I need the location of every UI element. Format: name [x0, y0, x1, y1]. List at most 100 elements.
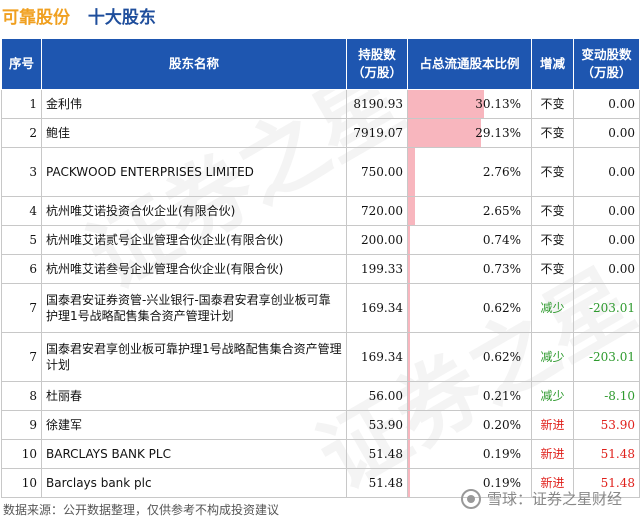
- share-change: -203.01: [573, 283, 640, 333]
- ratio-value: 2.76%: [482, 165, 521, 179]
- float-ratio-cell: 2.65%: [407, 196, 532, 226]
- ratio-value: 0.21%: [482, 389, 521, 403]
- shareholder-name: BARCLAYS BANK PLC: [41, 439, 347, 469]
- share-change: 51.48: [573, 439, 640, 469]
- change-status: 新进: [531, 439, 574, 469]
- ratio-bar: [408, 255, 410, 283]
- table-row: 4 杭州唯艾诺投资合伙企业(有限合伙) 720.00 2.65% 不变 0.00: [1, 196, 640, 226]
- col-header-held: 持股数 （万股）: [346, 38, 408, 90]
- table-row: 10 BARCLAYS BANK PLC 51.48 0.19% 新进 51.48: [1, 439, 640, 469]
- share-change: -8.10: [573, 381, 640, 411]
- float-ratio-cell: 0.20%: [407, 410, 532, 440]
- shares-held: 51.48: [346, 439, 408, 469]
- shares-held: 8190.93: [346, 89, 408, 119]
- table-row: 1 金利伟 8190.93 30.13% 不变 0.00: [1, 89, 640, 119]
- change-status: 不变: [531, 196, 574, 226]
- brand-text: 雪球：证券之星财经: [486, 490, 622, 508]
- shares-held: 169.34: [346, 332, 408, 382]
- share-change: 0.00: [573, 147, 640, 197]
- table-row: 5 杭州唯艾诺贰号企业管理合伙企业(有限合伙) 200.00 0.74% 不变 0.00: [1, 225, 640, 255]
- float-ratio-cell: 0.74%: [407, 225, 532, 255]
- row-index: 1: [1, 89, 42, 119]
- col-header-delta: 变动股数 （万股）: [573, 38, 640, 90]
- change-status: 不变: [531, 225, 574, 255]
- row-index: 7: [1, 283, 42, 333]
- change-status: 不变: [531, 118, 574, 148]
- share-change: 0.00: [573, 254, 640, 284]
- change-status: 新进: [531, 410, 574, 440]
- table-body: 1 金利伟 8190.93 30.13% 不变 0.00 2 鲍佳 7919.07 29.13% 不…: [1, 89, 640, 498]
- ratio-bar: [408, 226, 410, 254]
- row-index: 10: [1, 468, 42, 498]
- ratio-value: 29.13%: [475, 126, 521, 140]
- row-index: 3: [1, 147, 42, 197]
- change-status: 减少: [531, 283, 574, 333]
- row-index: 10: [1, 439, 42, 469]
- shares-held: 53.90: [346, 410, 408, 440]
- ratio-value: 0.74%: [482, 233, 521, 247]
- change-status: 不变: [531, 147, 574, 197]
- float-ratio-cell: 2.76%: [407, 147, 532, 197]
- shares-held: 7919.07: [346, 118, 408, 148]
- shareholder-name: 徐建军: [41, 410, 347, 440]
- row-index: 7: [1, 332, 42, 382]
- shareholder-name: 杭州唯艾诺贰号企业管理合伙企业(有限合伙): [41, 225, 347, 255]
- col-header-chg: 增减: [531, 38, 574, 90]
- float-ratio-cell: 29.13%: [407, 118, 532, 148]
- table-row: 9 徐建军 53.90 0.20% 新进 53.90: [1, 410, 640, 440]
- shareholder-name: 杭州唯艾诺投资合伙企业(有限合伙): [41, 196, 347, 226]
- change-status: 减少: [531, 381, 574, 411]
- ratio-bar: [408, 382, 410, 410]
- table-header-row: 序号 股东名称 持股数 （万股） 占总流通股本比例 增减 变动股数 （万股）: [1, 38, 640, 90]
- company-name: 可靠股份: [2, 8, 70, 28]
- shares-held: 169.34: [346, 283, 408, 333]
- table-row: 8 杜丽春 56.00 0.21% 减少 -8.10: [1, 381, 640, 411]
- float-ratio-cell: 0.62%: [407, 283, 532, 333]
- float-ratio-cell: 0.19%: [407, 439, 532, 469]
- table-row: 7 国泰君安证券资管-兴业银行-国泰君安君享创业板可靠护理1号战略配售集合资产管理…: [1, 283, 640, 333]
- row-index: 9: [1, 410, 42, 440]
- row-index: 6: [1, 254, 42, 284]
- shares-held: 720.00: [346, 196, 408, 226]
- top-ten-shareholders-table: 序号 股东名称 持股数 （万股） 占总流通股本比例 增减 变动股数 （万股） 1…: [1, 38, 640, 498]
- share-change: 53.90: [573, 410, 640, 440]
- col-header-idx: 序号: [1, 38, 42, 90]
- ratio-bar: [408, 469, 410, 497]
- ratio-bar: [408, 284, 410, 332]
- share-change: 0.00: [573, 196, 640, 226]
- table-row: 3 PACKWOOD ENTERPRISES LIMITED 750.00 2.76%…: [1, 147, 640, 197]
- row-index: 2: [1, 118, 42, 148]
- shares-held: 750.00: [346, 147, 408, 197]
- shareholder-name: Barclays bank plc: [41, 468, 347, 498]
- float-ratio-cell: 0.21%: [407, 381, 532, 411]
- snowball-logo-icon: [460, 488, 481, 509]
- ratio-bar: [408, 333, 410, 381]
- table-row: 7 国泰君安君享创业板可靠护理1号战略配售集合资产管理计划 169.34 0.62% 减…: [1, 332, 640, 382]
- float-ratio-cell: 30.13%: [407, 89, 532, 119]
- shareholder-name: 鲍佳: [41, 118, 347, 148]
- shareholder-name: 杜丽春: [41, 381, 347, 411]
- share-change: 0.00: [573, 89, 640, 119]
- section-title: 十大股东: [87, 8, 156, 28]
- row-index: 4: [1, 196, 42, 226]
- table-row: 2 鲍佳 7919.07 29.13% 不变 0.00: [1, 118, 640, 148]
- shareholder-name: 金利伟: [41, 89, 347, 119]
- float-ratio-cell: 0.73%: [407, 254, 532, 284]
- shareholder-name: 国泰君安君享创业板可靠护理1号战略配售集合资产管理计划: [41, 332, 347, 382]
- shareholder-name: 杭州唯艾诺叁号企业管理合伙企业(有限合伙): [41, 254, 347, 284]
- shares-held: 200.00: [346, 225, 408, 255]
- shares-held: 51.48: [346, 468, 408, 498]
- float-ratio-cell: 0.62%: [407, 332, 532, 382]
- shares-held: 56.00: [346, 381, 408, 411]
- row-index: 8: [1, 381, 42, 411]
- ratio-value: 0.62%: [482, 301, 521, 315]
- ratio-value: 30.13%: [475, 97, 521, 111]
- ratio-bar: [408, 411, 410, 439]
- ratio-value: 0.73%: [482, 262, 521, 276]
- share-change: 0.00: [573, 118, 640, 148]
- ratio-bar: [408, 440, 410, 468]
- ratio-value: 0.62%: [482, 350, 521, 364]
- change-status: 减少: [531, 332, 574, 382]
- shareholder-name: PACKWOOD ENTERPRISES LIMITED: [41, 147, 347, 197]
- ratio-value: 0.20%: [482, 418, 521, 432]
